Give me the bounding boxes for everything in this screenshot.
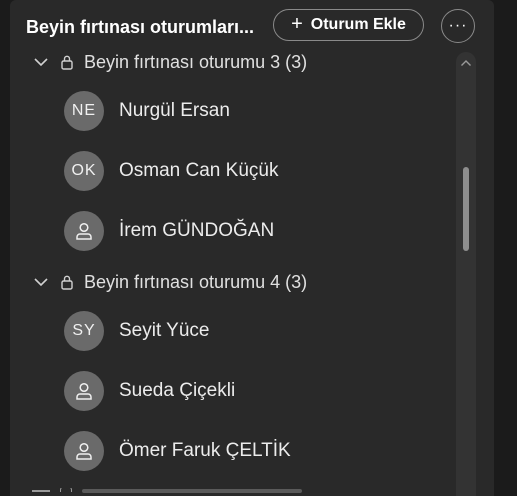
lock-icon: [61, 55, 73, 70]
more-options-button[interactable]: ···: [441, 9, 475, 43]
chevron-down-icon[interactable]: [32, 53, 50, 71]
person-icon: [76, 222, 92, 240]
member-name: Osman Can Küçük: [119, 160, 279, 181]
member-name: İrem GÜNDOĞAN: [119, 220, 275, 241]
group-label: Beyin fırtınası oturumu 4 (3): [84, 271, 308, 292]
member-row[interactable]: Ömer Faruk ÇELTİK: [64, 430, 444, 472]
member-row[interactable]: NE Nurgül Ersan: [64, 90, 444, 132]
add-session-button[interactable]: + Oturum Ekle: [273, 9, 424, 41]
scrollbar[interactable]: [456, 52, 476, 496]
avatar: [64, 371, 104, 411]
scroll-up-icon[interactable]: [456, 54, 476, 72]
more-options-icon: ···: [448, 17, 468, 34]
member-name: Ömer Faruk ÇELTİK: [119, 440, 291, 461]
avatar: OK: [64, 151, 104, 191]
member-row[interactable]: İrem GÜNDOĞAN: [64, 210, 444, 252]
member-name: Seyit Yüce: [119, 320, 210, 341]
member-row[interactable]: SY Seyit Yüce: [64, 310, 444, 352]
panel-header: Beyin fırtınası oturumları... + Oturum E…: [10, 0, 494, 52]
avatar: [64, 431, 104, 471]
group-header[interactable]: Beyin fırtınası oturumu 4 (3): [32, 267, 452, 297]
person-icon: [76, 382, 92, 400]
plus-icon: +: [291, 13, 303, 35]
panel-title: Beyin fırtınası oturumları...: [26, 17, 255, 37]
member-name: Sueda Çiçekli: [119, 380, 236, 401]
add-session-label: Oturum Ekle: [310, 16, 406, 33]
avatar: [64, 211, 104, 251]
breakout-rooms-panel: Beyin fırtınası oturumları... + Oturum E…: [10, 0, 494, 496]
group-label: Beyin fırtınası oturumu 3 (3): [84, 51, 308, 72]
avatar: SY: [64, 311, 104, 351]
member-name: Nurgül Ersan: [119, 100, 230, 121]
scrollbar-thumb[interactable]: [463, 167, 469, 251]
chevron-down-icon[interactable]: [32, 273, 50, 291]
lock-icon: [61, 275, 73, 290]
next-group-partial: [10, 488, 450, 496]
person-icon: [76, 442, 92, 460]
avatar: NE: [64, 91, 104, 131]
member-row[interactable]: Sueda Çiçekli: [64, 370, 444, 412]
group-header[interactable]: Beyin fırtınası oturumu 3 (3): [32, 47, 452, 77]
member-row[interactable]: OK Osman Can Küçük: [64, 150, 444, 192]
